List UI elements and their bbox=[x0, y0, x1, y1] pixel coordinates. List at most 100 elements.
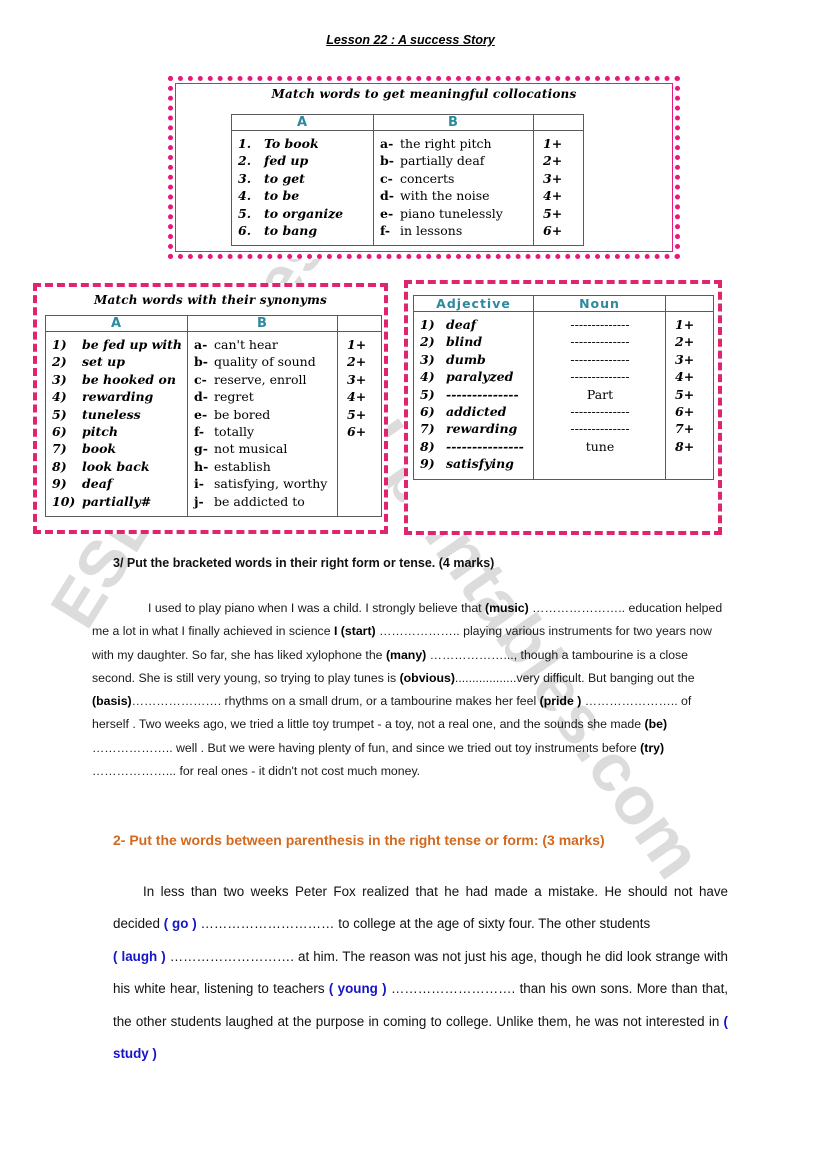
item-text: deaf bbox=[82, 476, 113, 492]
answer-slot[interactable]: 7+ bbox=[675, 420, 708, 437]
answer-slot[interactable]: 3+ bbox=[675, 351, 708, 368]
exercise3-answer-column: 1+ 2+ 3+ 4+ 5+ 6+ 7+ 8+ bbox=[665, 311, 714, 480]
item-text: concerts bbox=[400, 170, 455, 186]
list-item[interactable]: 4. to be bbox=[238, 187, 368, 204]
list-item[interactable]: -------------- bbox=[540, 351, 660, 368]
answer-slot[interactable]: 1+ bbox=[347, 336, 376, 353]
list-item[interactable]: c-concerts bbox=[380, 170, 528, 187]
list-item[interactable]: 9) deaf bbox=[52, 475, 182, 492]
list-item[interactable]: 4) paralyzed bbox=[420, 368, 528, 385]
answer-slot[interactable]: 1+ bbox=[543, 135, 578, 152]
answer-slot[interactable]: 4+ bbox=[347, 388, 376, 405]
list-item[interactable]: 3) dumb bbox=[420, 351, 528, 368]
list-item[interactable]: Part bbox=[540, 386, 660, 403]
answer-slot[interactable]: 6+ bbox=[543, 222, 578, 239]
answer-slot-label: 1+ bbox=[347, 337, 367, 352]
answer-slot[interactable]: 3+ bbox=[347, 371, 376, 388]
list-item[interactable]: 1) deaf bbox=[420, 316, 528, 333]
list-item[interactable]: 10) partially# bbox=[52, 493, 182, 510]
answer-slot[interactable]: 6+ bbox=[347, 423, 376, 440]
list-item[interactable]: e-piano tunelessly bbox=[380, 205, 528, 222]
exercise3-adjective-column: 1) deaf 2) blind 3) dumb 4) paralyzed 5) ----… bbox=[413, 311, 534, 480]
list-item[interactable]: 5. to organize bbox=[238, 205, 368, 222]
answer-slot[interactable]: 2+ bbox=[675, 333, 708, 350]
list-item[interactable]: j-be addicted to bbox=[194, 493, 332, 510]
list-item[interactable]: 4) rewarding bbox=[52, 388, 182, 405]
list-item[interactable]: h-establish bbox=[194, 458, 332, 475]
list-item[interactable]: 3. to get bbox=[238, 170, 368, 187]
text-run: ……………….. well . But we were having plent… bbox=[92, 740, 641, 755]
answer-slot[interactable]: 5+ bbox=[347, 406, 376, 423]
list-item[interactable]: a-can't hear bbox=[194, 336, 332, 353]
exercise1-box: Match words to get meaningful collocatio… bbox=[168, 76, 680, 259]
list-item[interactable]: c-reserve, enroll bbox=[194, 371, 332, 388]
section3-paragraph: I used to play piano when I was a child.… bbox=[92, 597, 730, 783]
item-text: -------------- bbox=[570, 351, 630, 367]
answer-slot[interactable]: 2+ bbox=[543, 152, 578, 169]
answer-slot-label: 3+ bbox=[543, 170, 563, 186]
item-marker: b- bbox=[380, 153, 394, 169]
list-item[interactable]: 8) --------------- bbox=[420, 438, 528, 455]
answer-slot[interactable]: 4+ bbox=[543, 187, 578, 204]
list-item[interactable]: 6) pitch bbox=[52, 423, 182, 440]
list-item[interactable]: 9) satisfying bbox=[420, 455, 528, 472]
list-item[interactable]: d-regret bbox=[194, 388, 332, 405]
list-item[interactable]: 6. to bang bbox=[238, 222, 368, 239]
table-header-row: A B bbox=[231, 114, 584, 131]
list-item[interactable]: b-quality of sound bbox=[194, 353, 332, 370]
list-item[interactable]: b-partially deaf bbox=[380, 152, 528, 169]
list-item[interactable]: -------------- bbox=[540, 420, 660, 437]
answer-slot[interactable]: 2+ bbox=[347, 353, 376, 370]
answer-slot[interactable]: 5+ bbox=[675, 386, 708, 403]
list-item[interactable]: 7) rewarding bbox=[420, 420, 528, 437]
list-item[interactable]: 6) addicted bbox=[420, 403, 528, 420]
item-marker: j- bbox=[194, 493, 204, 509]
item-marker: 1) bbox=[52, 337, 67, 352]
answer-slot[interactable]: 4+ bbox=[675, 368, 708, 385]
list-item[interactable]: -------------- bbox=[540, 403, 660, 420]
list-item[interactable]: 2) blind bbox=[420, 333, 528, 350]
item-text: paralyzed bbox=[446, 369, 514, 385]
list-item[interactable]: 7) book bbox=[52, 440, 182, 457]
list-item[interactable]: e-be bored bbox=[194, 406, 332, 423]
worksheet-page: ESLprintables.com ESLprintables.com Less… bbox=[0, 0, 821, 1161]
answer-slot[interactable]: 3+ bbox=[543, 170, 578, 187]
item-marker: 3) bbox=[420, 351, 435, 367]
list-item[interactable]: f-totally bbox=[194, 423, 332, 440]
list-item[interactable]: -------------- bbox=[540, 316, 660, 333]
list-item[interactable]: tune bbox=[540, 438, 660, 455]
item-text: regret bbox=[214, 389, 254, 405]
list-item[interactable]: 5) tuneless bbox=[52, 406, 182, 423]
list-item[interactable]: 8) look back bbox=[52, 458, 182, 475]
answer-slot[interactable]: 1+ bbox=[675, 316, 708, 333]
item-text: tune bbox=[585, 438, 615, 454]
list-item[interactable]: 5) -------------- bbox=[420, 386, 528, 403]
list-item[interactable]: g-not musical bbox=[194, 440, 332, 457]
list-item[interactable]: 1. To book bbox=[238, 135, 368, 152]
list-item[interactable]: 2. fed up bbox=[238, 152, 368, 169]
lesson-title-text: Lesson 22 : A success Story bbox=[326, 33, 495, 47]
list-item[interactable]: -------------- bbox=[540, 333, 660, 350]
list-item[interactable]: 1) be fed up with bbox=[52, 336, 182, 353]
answer-slot-label: 5+ bbox=[675, 386, 695, 402]
list-item[interactable]: 2) set up bbox=[52, 353, 182, 370]
item-marker: 8) bbox=[420, 438, 435, 454]
list-item[interactable]: a-the right pitch bbox=[380, 135, 528, 152]
list-item[interactable]: 3) be hooked on bbox=[52, 371, 182, 388]
item-marker: 4. bbox=[238, 188, 252, 204]
answer-slot[interactable]: 6+ bbox=[675, 403, 708, 420]
exercise3-table: Adjective Noun 1) deaf 2) blind 3) dumb 4) p… bbox=[413, 295, 714, 480]
list-item[interactable]: i-satisfying, worthy bbox=[194, 475, 332, 492]
answer-slot[interactable]: 8+ bbox=[675, 438, 708, 455]
item-marker: b- bbox=[194, 354, 208, 370]
list-item[interactable]: d-with the noise bbox=[380, 187, 528, 204]
exercise2-caption: Match words with their synonyms bbox=[94, 293, 327, 307]
list-item[interactable]: f-in lessons bbox=[380, 222, 528, 239]
bracket-word: (music) bbox=[485, 601, 529, 615]
answer-slot[interactable]: 5+ bbox=[543, 205, 578, 222]
item-marker: i- bbox=[194, 476, 204, 492]
exercise2-box: Match words with their synonyms A B 1) be… bbox=[33, 283, 388, 534]
item-marker: 2) bbox=[52, 354, 67, 370]
item-marker: 5) bbox=[420, 386, 435, 402]
list-item[interactable]: -------------- bbox=[540, 368, 660, 385]
